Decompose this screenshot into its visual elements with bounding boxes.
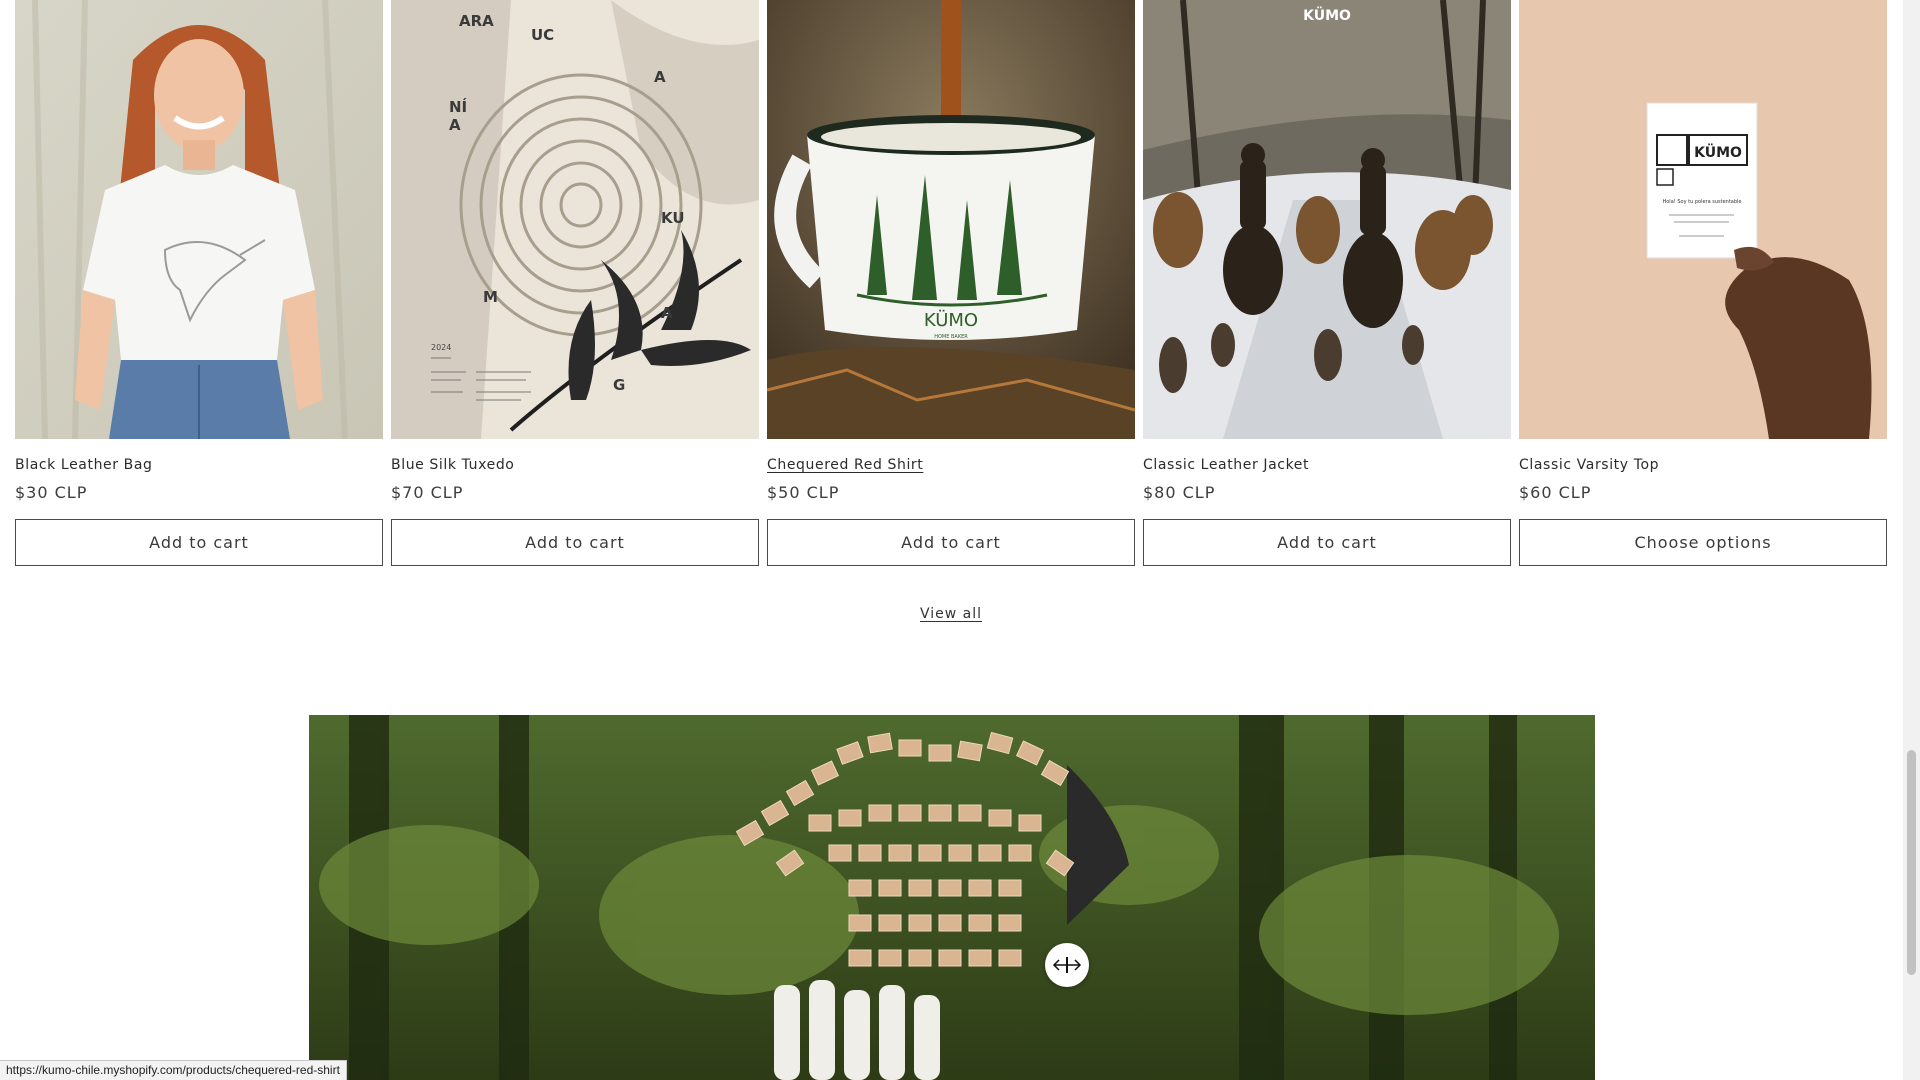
add-to-cart-button[interactable]: Add to cart (767, 519, 1135, 566)
product-image[interactable] (15, 0, 383, 439)
link-status-bar: https://kumo-chile.myshopify.com/product… (0, 1060, 347, 1080)
add-to-cart-button[interactable]: Add to cart (15, 519, 383, 566)
svg-text:A: A (661, 304, 673, 322)
product-price: $30 CLP (15, 483, 88, 502)
product-title[interactable]: Blue Silk Tuxedo (391, 456, 759, 474)
comparison-slider-handle[interactable] (1045, 943, 1089, 987)
product-card: KÜMO Classic Leather Jacket $80 CLP Add … (1143, 0, 1511, 566)
view-all-link[interactable]: View all (920, 606, 982, 622)
svg-text:Hola! Soy tu polera sustentabl: Hola! Soy tu polera sustentable (1662, 199, 1741, 205)
product-price: $70 CLP (391, 483, 464, 502)
scrollbar-thumb[interactable] (1907, 750, 1916, 975)
product-card: ARA UC A NÍ A KU M G A 2024 Blue Silk Tu… (391, 0, 759, 566)
product-card: KÜMO HOME BAKER Chequered Red Shirt $50 … (767, 0, 1135, 566)
add-to-cart-button[interactable]: Add to cart (391, 519, 759, 566)
product-card: Black Leather Bag $30 CLP Add to cart (15, 0, 383, 566)
poster-letters: ARA (459, 12, 494, 30)
page: Black Leather Bag $30 CLP Add to cart AR… (0, 0, 1920, 1080)
product-image[interactable]: KÜMO Hola! Soy tu polera sustentable (1519, 0, 1887, 439)
svg-text:A: A (449, 116, 461, 134)
svg-text:M: M (483, 288, 498, 306)
product-price: $60 CLP (1519, 483, 1592, 502)
product-price: $80 CLP (1143, 483, 1216, 502)
product-title[interactable]: Black Leather Bag (15, 456, 383, 474)
svg-text:KÜMO: KÜMO (1303, 6, 1351, 24)
product-title[interactable]: Classic Varsity Top (1519, 456, 1887, 474)
product-title[interactable]: Classic Leather Jacket (1143, 456, 1511, 474)
vertical-scrollbar[interactable] (1903, 0, 1920, 1080)
svg-text:A: A (654, 68, 666, 86)
svg-text:UC: UC (531, 26, 554, 44)
svg-text:KU: KU (661, 209, 685, 227)
product-price: $50 CLP (767, 483, 840, 502)
choose-options-button[interactable]: Choose options (1519, 519, 1887, 566)
svg-text:G: G (613, 376, 625, 394)
arrows-horizontal-icon (1052, 957, 1082, 973)
product-image[interactable]: KÜMO (1143, 0, 1511, 439)
svg-text:KÜMO: KÜMO (924, 309, 978, 331)
add-to-cart-button[interactable]: Add to cart (1143, 519, 1511, 566)
svg-text:NÍ: NÍ (449, 97, 468, 116)
product-image[interactable]: ARA UC A NÍ A KU M G A 2024 (391, 0, 759, 439)
svg-text:HOME BAKER: HOME BAKER (934, 334, 968, 340)
product-card: KÜMO Hola! Soy tu polera sustentable Cla… (1519, 0, 1887, 566)
svg-text:KÜMO: KÜMO (1694, 143, 1742, 161)
product-image[interactable]: KÜMO HOME BAKER (767, 0, 1135, 439)
view-all-container: View all (0, 603, 1902, 622)
product-title[interactable]: Chequered Red Shirt (767, 456, 1135, 474)
product-grid: Black Leather Bag $30 CLP Add to cart AR… (15, 0, 1888, 566)
svg-text:2024: 2024 (431, 343, 451, 352)
image-comparison-banner[interactable] (309, 715, 1595, 1080)
